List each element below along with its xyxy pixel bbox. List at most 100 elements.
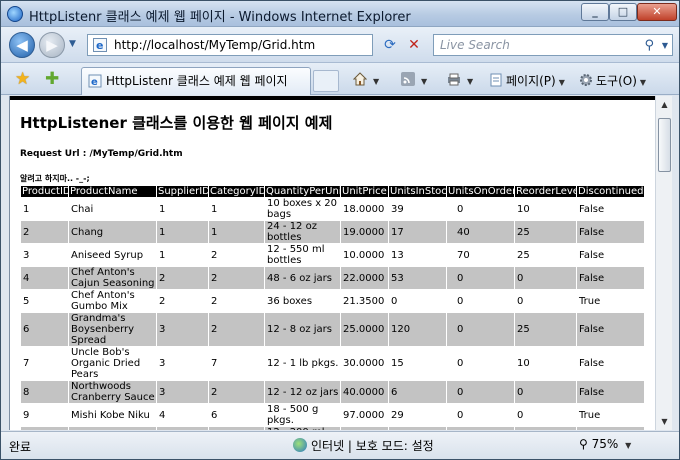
table-cell: 0 xyxy=(446,403,515,427)
table-cell: 2 xyxy=(208,243,265,267)
table-cell: 10.0000 xyxy=(340,243,389,267)
table-cell: 2 xyxy=(156,266,209,290)
column-header: UnitsInStock xyxy=(388,185,447,198)
table-cell: 31 xyxy=(388,426,447,430)
feeds-button[interactable]: ▼ xyxy=(401,72,427,87)
page-title: HttpListener 클래스를 이용한 웹 페이지 예제 xyxy=(20,114,333,132)
table-cell: 19.0000 xyxy=(340,220,389,244)
column-header: ProductID xyxy=(20,185,69,198)
table-cell: 13 xyxy=(388,243,447,267)
table-cell: 4 xyxy=(20,266,69,290)
chevron-down-icon: ▼ xyxy=(421,77,428,86)
status-text: 완료 xyxy=(9,440,32,454)
page-content: HttpListener 클래스를 이용한 웹 페이지 예제 Request U… xyxy=(20,100,650,430)
page-menu[interactable]: 페이지(P) ▼ xyxy=(489,72,565,89)
table-cell: 2 xyxy=(208,289,265,313)
table-cell: 2 xyxy=(208,312,265,347)
table-cell: 25 xyxy=(514,243,577,267)
tools-menu-label: 도구(O) xyxy=(596,74,637,88)
maximize-button[interactable]: □ xyxy=(609,3,637,21)
tab-active[interactable]: e HttpListenr 클래스 예제 웹 페이지 xyxy=(81,67,311,95)
column-header: Discontinued xyxy=(576,185,645,198)
table-cell: 8 xyxy=(20,380,69,404)
history-dropdown-icon[interactable]: ▼ xyxy=(69,39,76,49)
tools-menu[interactable]: 도구(O) ▼ xyxy=(579,72,646,89)
table-cell: 4 xyxy=(156,403,209,427)
grid-body: 1 Chai 1 1 10 boxes x 20 bags 18.0000 39 0 10 Fal… xyxy=(20,197,645,430)
table-row: 4 Chef Anton's Cajun Seasoning 2 2 48 - 6 oz… xyxy=(20,266,645,290)
stop-icon[interactable]: ✕ xyxy=(403,35,425,55)
table-cell: 0 xyxy=(514,289,577,313)
page-viewport[interactable]: HttpListener 클래스를 이용한 웹 페이지 예제 Request U… xyxy=(9,96,655,430)
new-tab-button[interactable] xyxy=(313,70,339,92)
table-cell: 10 xyxy=(20,426,69,430)
add-favorites-icon[interactable]: ✚ xyxy=(45,69,59,89)
table-cell: 6 xyxy=(388,380,447,404)
column-header: UnitsOnOrder xyxy=(446,185,515,198)
table-cell: 39 xyxy=(388,197,447,221)
tab-title: HttpListenr 클래스 예제 웹 페이지 xyxy=(106,74,288,88)
back-button[interactable]: ◀ xyxy=(9,32,35,58)
navigation-bar: ◀ ▶ ▼ http://localhost/MyTemp/Grid.htm ⟳… xyxy=(1,27,679,63)
table-cell: 97.0000 xyxy=(340,403,389,427)
page-menu-label: 페이지(P) xyxy=(506,74,556,88)
chevron-down-icon: ▼ xyxy=(467,77,474,86)
table-cell: True xyxy=(576,289,645,313)
column-header: ReorderLevel xyxy=(514,185,577,198)
window-title: HttpListenr 클래스 예제 웹 페이지 - Windows Inter… xyxy=(29,10,411,25)
table-cell: 0 xyxy=(446,289,515,313)
table-cell: 40 xyxy=(446,220,515,244)
table-cell: 120 xyxy=(388,312,447,347)
scroll-up-icon[interactable]: ▲ xyxy=(657,97,672,112)
minimize-button[interactable]: _ xyxy=(581,3,609,21)
table-cell: 3 xyxy=(156,312,209,347)
table-cell: 53 xyxy=(388,266,447,290)
chevron-down-icon: ▼ xyxy=(373,77,380,86)
close-button[interactable]: ✕ xyxy=(637,3,677,21)
scroll-thumb[interactable] xyxy=(658,118,671,172)
chevron-down-icon: ▼ xyxy=(558,78,565,87)
table-cell: 30.0000 xyxy=(340,346,389,381)
table-cell: 0 xyxy=(446,380,515,404)
vertical-scrollbar[interactable]: ▲ ▼ xyxy=(655,96,672,430)
favorites-star-icon[interactable]: ★ xyxy=(15,69,30,89)
column-header: UnitPrice xyxy=(340,185,389,198)
refresh-icon[interactable]: ⟳ xyxy=(379,35,401,55)
zoom-control[interactable]: ⚲ 75% ▼ xyxy=(579,437,631,451)
table-cell: 10 boxes x 20 bags xyxy=(264,197,341,221)
table-row: 2 Chang 1 1 24 - 12 oz bottles 19.0000 17 40 25 F… xyxy=(20,220,645,244)
scroll-down-icon[interactable]: ▼ xyxy=(657,414,672,429)
home-button[interactable]: ▼ xyxy=(353,72,379,87)
table-row: 9 Mishi Kobe Niku 4 6 18 - 500 g pkgs. 97.000… xyxy=(20,403,645,427)
table-cell: Uncle Bob's Organic Dried Pears xyxy=(68,346,157,381)
table-cell: 6 xyxy=(20,312,69,347)
table-cell: 12 - 1 lb pkgs. xyxy=(264,346,341,381)
print-button[interactable]: ▼ xyxy=(447,72,473,87)
table-row: 6 Grandma's Boysenberry Spread 3 2 12 - 8 oz… xyxy=(20,312,645,347)
table-cell: 8 xyxy=(208,426,265,430)
zone-label: 인터넷 | 보호 모드: 설정 xyxy=(311,439,434,453)
table-cell: 6 xyxy=(208,403,265,427)
table-cell: 12 - 12 oz jars xyxy=(264,380,341,404)
address-bar[interactable]: http://localhost/MyTemp/Grid.htm xyxy=(87,34,373,56)
search-icon[interactable]: ⚲ xyxy=(644,36,654,56)
grid-header-row: ProductID ProductName SupplierID CategoryID… xyxy=(20,185,645,198)
table-cell: 0 xyxy=(388,289,447,313)
title-bar[interactable]: HttpListenr 클래스 예제 웹 페이지 - Windows Inter… xyxy=(1,1,679,27)
search-options-icon[interactable]: ▼ xyxy=(662,36,668,56)
table-cell: 1 xyxy=(156,243,209,267)
table-cell: 40.0000 xyxy=(340,380,389,404)
table-cell: 12 - 8 oz jars xyxy=(264,312,341,347)
security-zone[interactable]: 인터넷 | 보호 모드: 설정 xyxy=(293,437,434,454)
page-icon xyxy=(93,36,107,55)
search-input[interactable]: Live Search ⚲ ▼ xyxy=(433,34,673,56)
table-cell: 29 xyxy=(388,403,447,427)
table-cell: 25.0000 xyxy=(340,312,389,347)
table-cell: 22.0000 xyxy=(340,266,389,290)
printer-icon xyxy=(448,73,460,86)
forward-button[interactable]: ▶ xyxy=(39,32,65,58)
table-cell: False xyxy=(576,346,645,381)
gear-icon xyxy=(580,74,592,86)
table-cell: 21.3500 xyxy=(340,289,389,313)
table-cell: Chef Anton's Gumbo Mix xyxy=(68,289,157,313)
